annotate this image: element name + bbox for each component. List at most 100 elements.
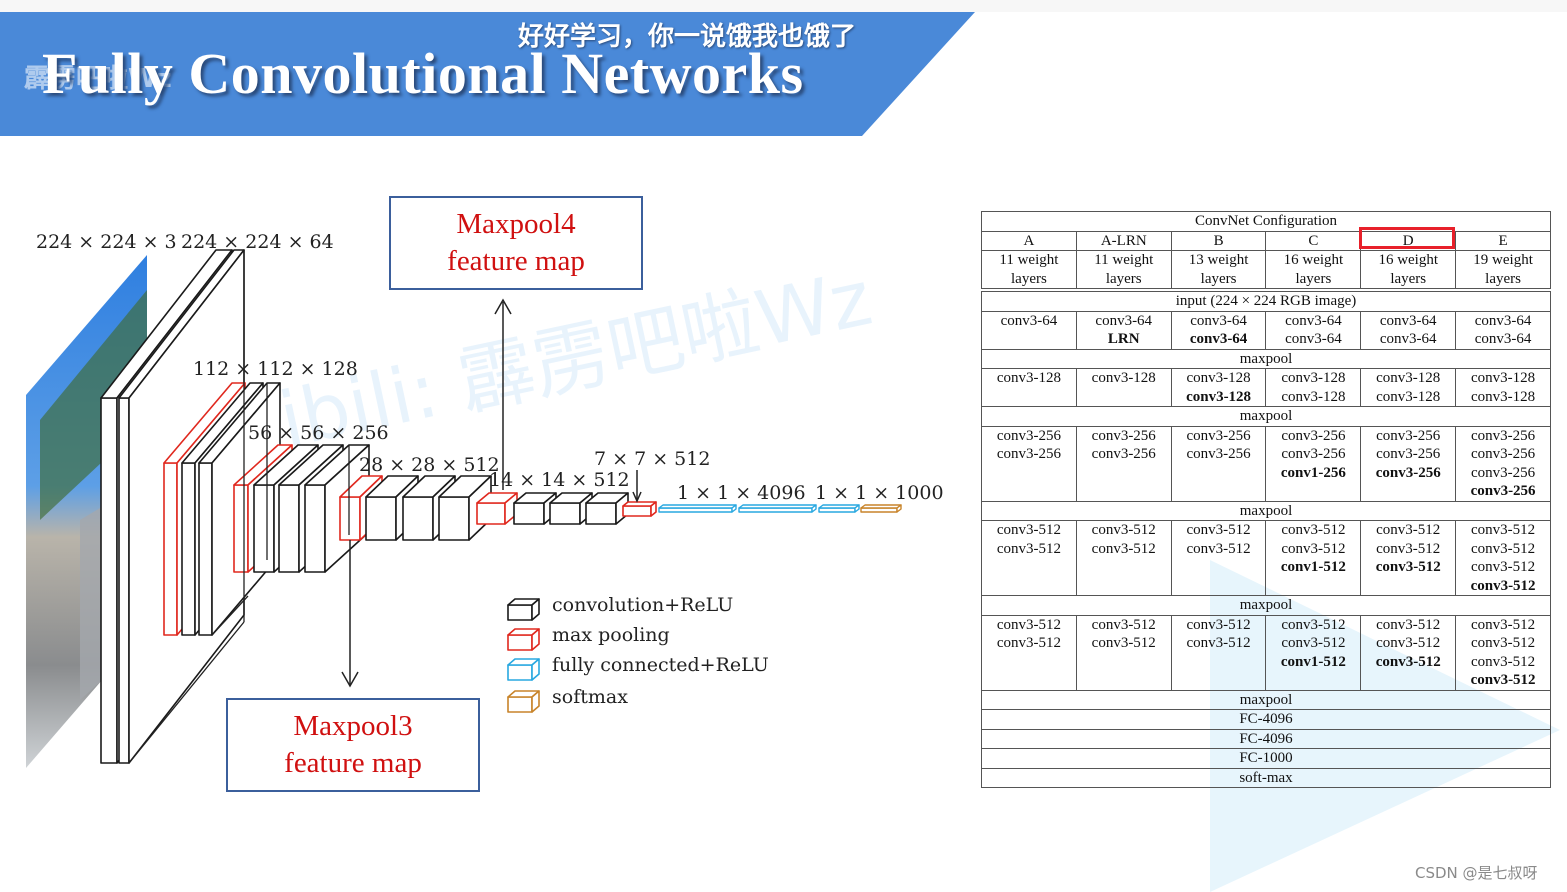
layer-text: conv3-512 — [996, 540, 1061, 557]
layer-text: conv3-256 — [1375, 464, 1441, 481]
layer-text: conv3-512 — [1281, 635, 1346, 651]
layer-text: conv3-256 — [1186, 427, 1251, 444]
layer-cell: conv3-64 conv3-64 — [1265, 310, 1362, 350]
column-depth-b: 13 weight layers — [1170, 250, 1267, 289]
layer-cell: conv3-256 conv3-256 — [1075, 425, 1172, 502]
layer-text: conv1-512 — [1280, 653, 1346, 670]
layer-text: conv1-256 — [1280, 464, 1346, 481]
column-header-e: E — [1455, 230, 1551, 251]
layer-text: conv3-256 — [1091, 427, 1156, 444]
layer-cell: conv3-512 conv3-512 conv1-512 — [1265, 614, 1362, 691]
depth-text: layers — [1011, 270, 1047, 287]
layer-cell: conv3-512 conv3-512 — [1170, 614, 1267, 691]
dim-label-input: 224 × 224 × 3 — [36, 231, 177, 253]
layer-text: conv3-128 — [1186, 388, 1252, 405]
layer-text: conv3-512 — [996, 616, 1061, 633]
layer-text: conv3-256 — [996, 446, 1061, 462]
layer-text: conv3-128 — [996, 370, 1061, 386]
dim-label-fc: 1 × 1 × 4096 — [677, 482, 806, 504]
layer-cell: conv3-128 conv3-128 — [1360, 368, 1457, 407]
maxpool4-feature-map-box: Maxpool4 feature map — [389, 196, 643, 290]
vgg-architecture-diagram — [26, 249, 902, 768]
conv-cube-icon — [507, 598, 540, 621]
conv-legend-cube — [507, 598, 540, 621]
layer-text: conv3-512 — [1186, 616, 1251, 633]
layer-cell: conv3-64 conv3-64 — [1455, 310, 1551, 350]
tail-layer-label-row: FC-4096 — [981, 728, 1551, 749]
softmax-block — [860, 504, 902, 513]
layer-text: conv3-512 — [1470, 635, 1536, 651]
layer-text: conv3-256 — [1470, 464, 1536, 481]
layer-cell: conv3-128 — [981, 368, 1077, 407]
table-row: conv3-64 conv3-64 LRN conv3-64 conv3-64 conv3… — [981, 310, 1551, 350]
layer-cell: conv3-64 conv3-64 — [1360, 310, 1457, 350]
layer-cell: conv3-512 conv3-512 conv3-512 — [1360, 520, 1457, 596]
layer-text: conv3-512 — [1091, 635, 1156, 651]
dim-label-softmax: 1 × 1 × 1000 — [815, 482, 944, 504]
maxpool4-subtitle: feature map — [447, 245, 585, 277]
layer-text: conv3-512 — [1091, 540, 1156, 557]
layer-cell: conv3-512 conv3-512 conv1-512 — [1265, 520, 1362, 596]
layer-text: conv3-256 — [1376, 427, 1441, 444]
depth-text: 11 weight — [1094, 252, 1154, 268]
layer-text: conv3-512 — [1186, 635, 1251, 651]
layer-cell: conv3-512 conv3-512 — [981, 520, 1077, 596]
layer-text: conv3-512 — [1281, 540, 1346, 557]
tail-layer-label-row: FC-4096 — [981, 709, 1551, 730]
layer-cell: conv3-256 conv3-256 conv3-256 conv3-256 — [1455, 425, 1551, 502]
table-row: conv3-512 conv3-512 conv3-512 conv3-512 conv… — [981, 520, 1551, 596]
column-depth-a-lrn: 11 weight layers — [1075, 250, 1172, 289]
convnet-configuration-table: ConvNet Configuration A A-LRN B C D E 11 weig… — [981, 211, 1551, 788]
layer-text: conv3-64 — [1285, 312, 1342, 329]
maxpool-label: maxpool — [981, 500, 1551, 521]
layer-text: conv3-512 — [1470, 577, 1536, 594]
depth-text: layers — [1485, 270, 1521, 287]
maxpool-cube-icon — [507, 628, 540, 651]
layer-text: conv3-512 — [1376, 522, 1441, 538]
layer-cell: conv3-256 conv3-256 conv1-256 — [1265, 425, 1362, 502]
maxpool-legend-cube — [507, 628, 540, 651]
layer-text: conv3-128 — [1281, 388, 1346, 405]
maxpool-label-row: maxpool — [981, 595, 1551, 616]
layer-text: conv3-512 — [1091, 616, 1156, 633]
layer-text: conv3-256 — [1281, 446, 1346, 462]
legend-label-softmax: softmax — [552, 686, 628, 708]
maxpool3-arrow — [341, 540, 359, 688]
depth-text: layers — [1295, 270, 1332, 287]
table-header-row: A A-LRN B C D E — [981, 230, 1551, 251]
legend-label-fc: fully connected+ReLU — [552, 654, 769, 676]
input-row-label: input (224 × 224 RGB image) — [981, 291, 1551, 312]
layer-text: conv3-256 — [1281, 427, 1346, 444]
layer-cell: conv3-128 conv3-128 — [1265, 368, 1362, 407]
fc-legend-cube — [507, 658, 540, 681]
layer-text: conv3-128 — [1470, 388, 1536, 405]
layer-text: conv3-512 — [1470, 672, 1536, 688]
footer-credit: CSDN @是七叔呀 — [1415, 864, 1538, 882]
pool5-block — [622, 501, 657, 517]
dim-label-conv5: 14 × 14 × 512 — [489, 469, 630, 491]
layer-text: conv3-512 — [1186, 540, 1251, 557]
layer-text: conv3-64 — [1189, 331, 1248, 347]
table-row: conv3-256 conv3-256 conv3-256 conv3-256 conv… — [981, 425, 1551, 502]
layer-text: conv3-256 — [1091, 446, 1156, 462]
layer-text: conv3-64 — [1379, 312, 1437, 329]
table-row: conv3-512 conv3-512 conv3-512 conv3-512 conv… — [981, 614, 1551, 691]
layer-text: conv3-64 — [1474, 312, 1532, 329]
column-d-highlight — [1359, 227, 1455, 249]
column-depth-a: 11 weight layers — [981, 250, 1077, 289]
layer-cell: conv3-128 conv3-128 — [1455, 368, 1551, 407]
layer-text: conv3-64 — [1000, 312, 1058, 329]
input-row-label-row: input (224 × 224 RGB image) — [981, 291, 1551, 312]
layer-text: conv3-512 — [1091, 522, 1156, 538]
layer-cell: conv3-128 — [1075, 368, 1172, 407]
layer-text: conv3-512 — [1186, 522, 1251, 538]
maxpool-label-row: maxpool — [981, 500, 1551, 521]
column-header-b: B — [1170, 230, 1267, 251]
column-header-a: A — [981, 230, 1077, 251]
layer-text: conv3-64 — [1379, 331, 1437, 347]
maxpool-label-row: maxpool — [981, 348, 1551, 369]
maxpool4-title: Maxpool4 — [456, 208, 576, 240]
layer-cell: conv3-512 conv3-512 conv3-512 — [1360, 614, 1457, 691]
pool5-arrow — [632, 470, 642, 503]
layer-text: conv3-128 — [1376, 370, 1441, 386]
